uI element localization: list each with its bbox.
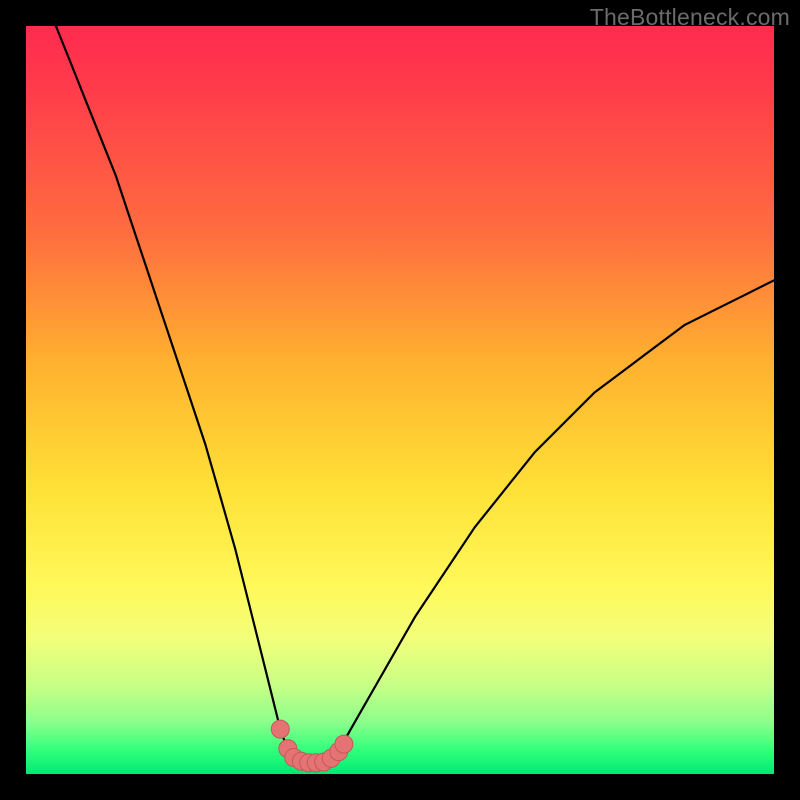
bottleneck-curve-path (56, 26, 774, 763)
highlight-marker (335, 735, 353, 753)
chart-plot-area (26, 26, 774, 774)
watermark-text: TheBottleneck.com (590, 4, 790, 31)
highlight-marker (271, 720, 289, 738)
bottleneck-curve-svg (26, 26, 774, 774)
highlight-markers (271, 720, 353, 772)
